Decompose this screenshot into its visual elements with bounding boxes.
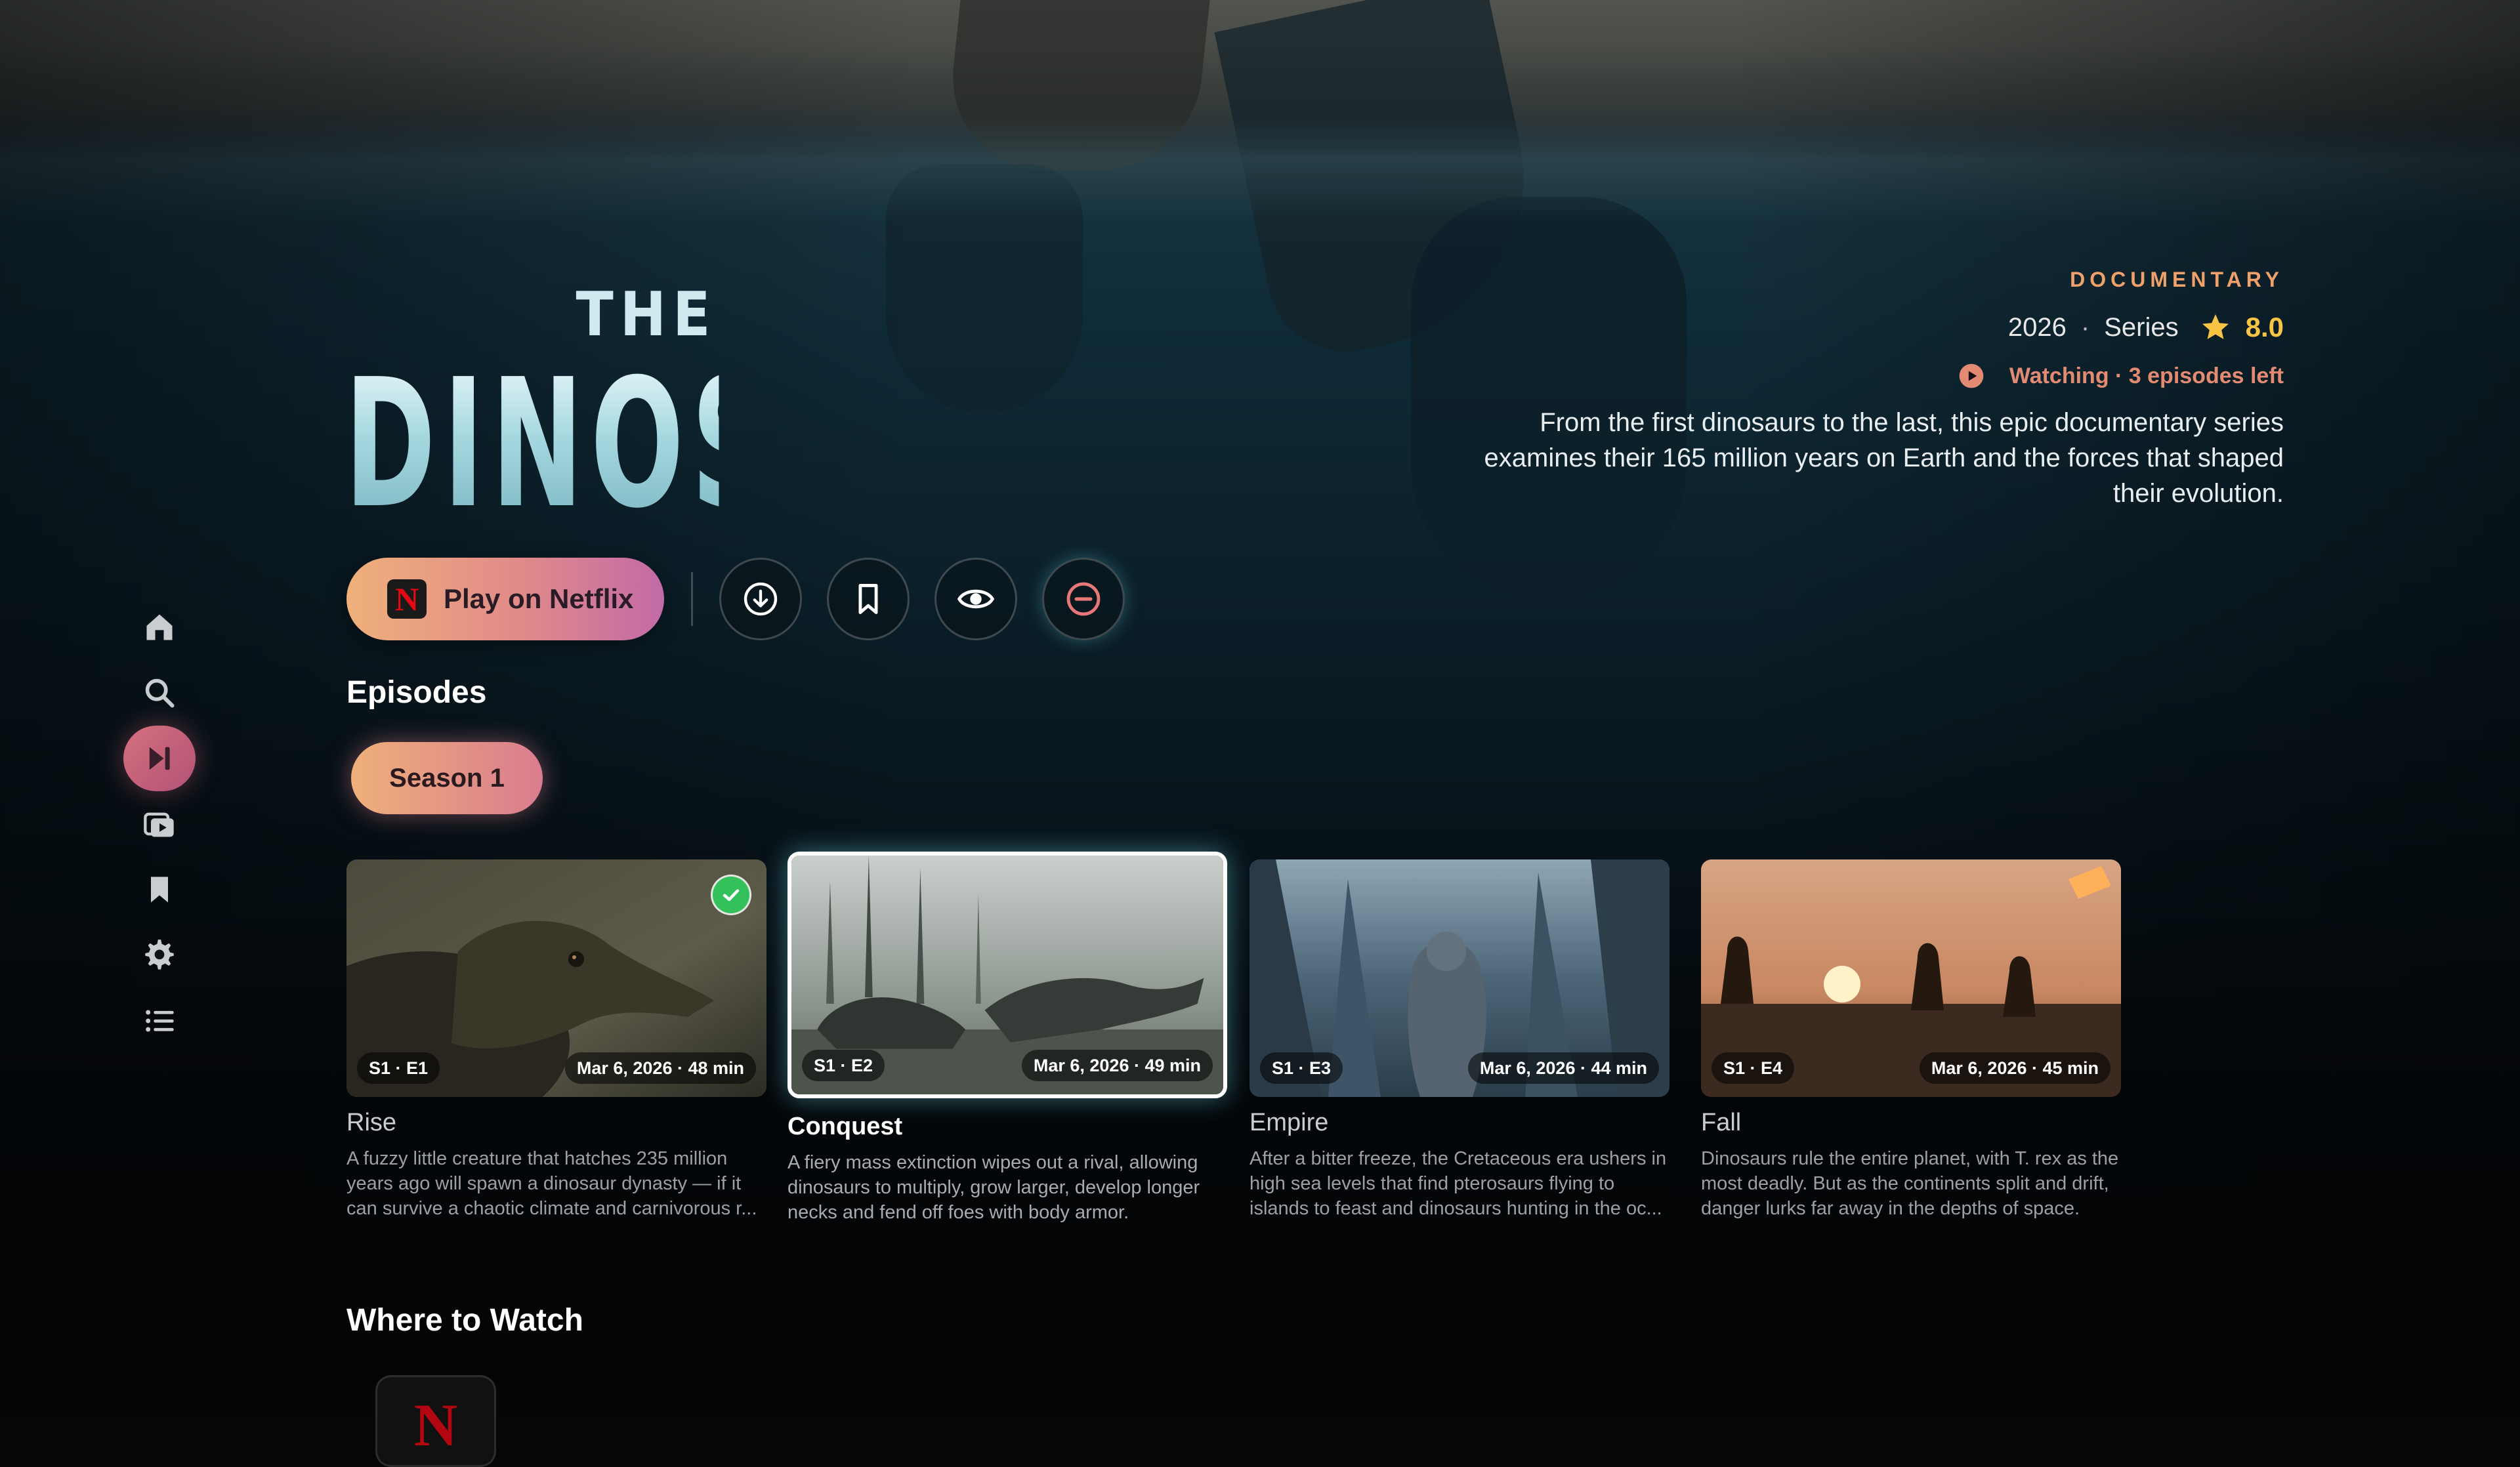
episode-code-badge: S1 · E4 <box>1712 1052 1795 1084</box>
episode-card-4[interactable]: S1 · E4 Mar 6, 2026 · 45 min Fall Dinosa… <box>1701 859 2121 1221</box>
bookmark-icon <box>151 877 168 903</box>
episode-date-badge: Mar 6, 2026 · 45 min <box>1919 1052 2110 1084</box>
netflix-logo: N <box>387 579 427 619</box>
download-icon <box>744 582 778 616</box>
watching-status: Watching · 3 episodes left <box>1431 363 2284 389</box>
sidebar-item-search[interactable] <box>123 660 196 726</box>
bookmark-icon <box>858 584 878 614</box>
year: 2026 <box>2007 312 2067 342</box>
play-circle-icon <box>1959 363 1984 388</box>
episode-title: Rise <box>346 1109 397 1136</box>
sidebar-item-home[interactable] <box>123 594 196 660</box>
episode-description: After a bitter freeze, the Cretaceous er… <box>1250 1148 1667 1219</box>
remove-circle-icon <box>1066 582 1101 616</box>
episode-date-badge: Mar 6, 2026 · 48 min <box>564 1052 756 1084</box>
skip-forward-icon <box>149 747 170 770</box>
episode-card-2[interactable]: S1 · E2 Mar 6, 2026 · 49 min Conquest A … <box>788 852 1227 1225</box>
episode-date-badge: Mar 6, 2026 · 49 min <box>1021 1050 1213 1081</box>
search-icon <box>145 678 175 708</box>
remove-button[interactable] <box>1042 558 1125 640</box>
action-divider <box>691 572 693 626</box>
watchlist-button[interactable] <box>827 558 910 640</box>
show-title-logo: THE DINOSAURS <box>345 279 1142 547</box>
episode-thumbnail: S1 · E1 Mar 6, 2026 · 48 min <box>346 859 766 1097</box>
episode-card-1[interactable]: S1 · E1 Mar 6, 2026 · 48 min Rise A fuzz… <box>346 859 766 1221</box>
sidebar-item-lists[interactable] <box>123 988 196 1054</box>
sidebar-item-library[interactable] <box>123 791 196 857</box>
play-button-label: Play on Netflix <box>444 583 634 614</box>
show-meta: DOCUMENTARY 2026 · Series 8.0 Watching ·… <box>1431 268 2284 511</box>
episode-date-badge: Mar 6, 2026 · 44 min <box>1467 1052 1659 1084</box>
watched-check-icon <box>713 877 749 913</box>
episode-code-badge: S1 · E3 <box>1260 1052 1343 1084</box>
episode-title: Conquest <box>788 1113 903 1140</box>
episode-description: A fiery mass extinction wipes out a riva… <box>788 1152 1200 1223</box>
episode-thumbnail: S1 · E3 Mar 6, 2026 · 44 min <box>1250 859 1670 1097</box>
where-to-watch-heading: Where to Watch <box>346 1303 583 1338</box>
show-type: Series <box>2104 312 2179 342</box>
download-button[interactable] <box>719 558 802 640</box>
home-icon <box>146 614 173 640</box>
episode-thumbnail: S1 · E4 Mar 6, 2026 · 45 min <box>1701 859 2121 1097</box>
episode-thumbnail: S1 · E2 Mar 6, 2026 · 49 min <box>788 852 1227 1098</box>
episode-description: Dinosaurs rule the entire planet, with T… <box>1701 1148 2119 1219</box>
episodes-heading: Episodes <box>346 675 487 710</box>
rating-value: 8.0 <box>2245 312 2284 342</box>
provider-netflix[interactable]: N <box>375 1375 496 1467</box>
play-on-netflix-button[interactable]: N Play on Netflix <box>346 558 664 640</box>
watching-text: Watching · 3 episodes left <box>2009 363 2284 388</box>
media-library-icon <box>144 812 174 837</box>
info-line: 2026 · Series 8.0 <box>1431 312 2284 343</box>
episode-card-3[interactable]: S1 · E3 Mar 6, 2026 · 44 min Empire Afte… <box>1250 859 1670 1221</box>
episode-title: Fall <box>1701 1109 1742 1136</box>
synopsis: From the first dinosaurs to the last, th… <box>1484 408 2284 508</box>
list-icon <box>146 1010 174 1032</box>
netflix-logo: N <box>413 1392 458 1458</box>
genre-label: DOCUMENTARY <box>2070 268 2284 291</box>
logo-main: DINOSAURS <box>345 341 1142 547</box>
episode-code-badge: S1 · E2 <box>802 1050 885 1081</box>
season-selector[interactable]: Season 1 <box>351 742 543 814</box>
eye-icon <box>957 589 995 609</box>
star-icon <box>2202 314 2229 339</box>
episode-title: Empire <box>1250 1109 1329 1136</box>
sidebar-item-watchlist[interactable] <box>123 857 196 922</box>
sidebar-item-settings[interactable] <box>123 922 196 988</box>
mark-watched-button[interactable] <box>934 558 1017 640</box>
sidebar-item-up-next[interactable] <box>123 726 196 791</box>
episode-description: A fuzzy little creature that hatches 235… <box>346 1148 757 1219</box>
logo-the: THE <box>576 279 717 350</box>
gear-icon <box>145 940 174 970</box>
separator-dot: · <box>2080 312 2090 342</box>
episode-code-badge: S1 · E1 <box>357 1052 440 1084</box>
